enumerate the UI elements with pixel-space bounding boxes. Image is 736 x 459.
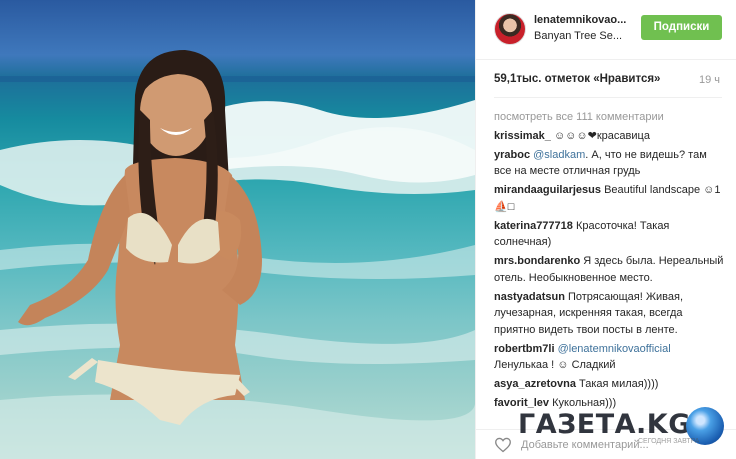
comment-username[interactable]: mirandaaguilarjesus — [494, 184, 601, 196]
comment-item: mirandaaguilarjesus Beautiful landscape … — [494, 182, 724, 215]
divider — [494, 97, 722, 98]
heart-outline-icon[interactable] — [494, 437, 512, 453]
watermark-text: ГАЗЕТА. — [518, 409, 647, 440]
comment-mention[interactable]: @sladkam — [533, 149, 585, 161]
comment-item: yraboc @sladkam. А, что не видешь? там в… — [494, 147, 724, 180]
comment-list: посмотреть все 111 комментарии krissimak… — [494, 109, 724, 414]
comment-username[interactable]: robertbm7li — [494, 343, 555, 355]
post-time[interactable]: 19 ч — [699, 74, 720, 86]
comment-mention[interactable]: @lenatemnikovaofficial — [558, 343, 671, 355]
post-header: lenatemnikovao... Banyan Tree Se... Подп… — [476, 0, 736, 60]
comment-text: ☺☺☺❤красавица — [553, 129, 650, 142]
post-location[interactable]: Banyan Tree Se... — [534, 30, 622, 42]
likes-count[interactable]: 59,1тыс. отметок «Нравится» — [494, 73, 660, 85]
post-photo[interactable] — [0, 0, 475, 459]
post-sidebar: lenatemnikovao... Banyan Tree Se... Подп… — [475, 0, 736, 459]
comment-item: katerina777718 Красоточка! Такая солнечн… — [494, 218, 724, 251]
view-all-comments-link[interactable]: посмотреть все 111 комментарии — [494, 109, 724, 126]
comment-username[interactable]: nastyadatsun — [494, 291, 565, 303]
comment-item: asya_azretovna Такая милая)))) — [494, 376, 724, 393]
comment-username[interactable]: mrs.bondarenko — [494, 255, 580, 267]
site-watermark: ГАЗЕТА.KG СЕГОДНЯ ЗАВТРА — [518, 403, 736, 455]
comment-item: robertbm7li @lenatemnikovaofficial Ленул… — [494, 341, 724, 374]
comment-username[interactable]: katerina777718 — [494, 220, 573, 232]
watermark-kg: KG — [646, 409, 691, 440]
comment-username[interactable]: yraboc — [494, 149, 530, 161]
comment-text: Такая милая)))) — [579, 378, 659, 390]
comments-container: krissimak_ ☺☺☺❤красавица yraboc @sladkam.… — [494, 128, 724, 412]
watermark-logo: ГАЗЕТА.KG — [518, 409, 691, 440]
photo-illustration — [0, 50, 475, 459]
watermark-subtitle: СЕГОДНЯ ЗАВТРА — [638, 438, 700, 445]
comment-item: krissimak_ ☺☺☺❤красавица — [494, 128, 724, 145]
comment-username[interactable]: krissimak_ — [494, 130, 551, 142]
comment-username[interactable]: asya_azretovna — [494, 378, 576, 390]
comment-item: nastyadatsun Потрясающая! Живая, лучезар… — [494, 289, 724, 339]
avatar[interactable] — [494, 13, 526, 45]
comment-item: mrs.bondarenko Я здесь была. Нереальный … — [494, 253, 724, 286]
post-username[interactable]: lenatemnikovao... — [534, 14, 626, 26]
follow-button[interactable]: Подписки — [641, 15, 722, 40]
comment-text: Ленулькаа ! ☺ Сладкий — [494, 359, 616, 371]
